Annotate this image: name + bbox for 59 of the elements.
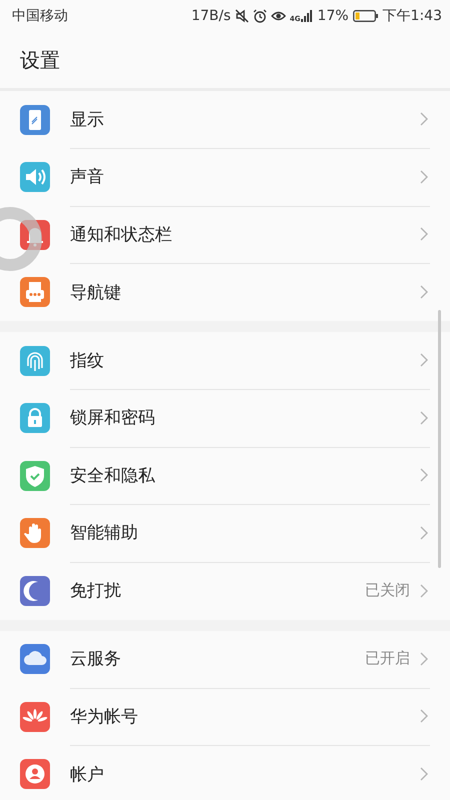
row-label: 显示 [70,108,105,131]
settings-row[interactable]: 声音 [0,148,450,206]
settings-row[interactable]: 云服务 已开启 [0,630,450,688]
lock-icon [20,403,50,434]
page-title: 设置 [20,46,60,74]
row-label: 云服务 [70,648,122,670]
clock-time: 下午1:43 [382,7,442,25]
battery-icon [352,10,379,22]
chevron-icon [420,410,428,425]
row-value: 已关闭 [365,581,410,600]
settings-row[interactable]: 帐户 [0,746,450,800]
chevron-icon [420,170,428,184]
chevron-icon [420,227,428,242]
user-icon [20,759,50,790]
settings-row[interactable]: 华为帐号 [0,688,450,746]
row-label: 导航键 [70,282,122,304]
moon-icon [20,576,50,606]
row-label: 声音 [70,166,105,188]
settings-row[interactable]: 指纹 [0,332,450,390]
signal-icon [301,10,314,22]
settings-row[interactable]: 智能辅助 [0,504,450,562]
chevron-icon [420,767,428,782]
settings-row[interactable]: 通知和状态栏 [0,206,450,264]
network-speed: 17B/s [191,8,231,24]
chevron-icon [420,285,428,300]
eye-icon [270,10,286,22]
carrier-name: 中国移动 [12,7,68,25]
speaker-icon [20,162,50,192]
robot-icon [20,277,50,308]
row-label: 通知和状态栏 [70,224,173,246]
row-label: 华为帐号 [70,706,139,728]
settings-row[interactable]: 显示 [0,91,450,148]
phone-icon [20,104,50,135]
shield-icon [20,460,50,491]
cloud-icon [20,644,50,674]
chevron-icon [420,584,428,598]
battery-percent: 17% [317,8,349,24]
row-label: 指纹 [70,350,105,372]
mute-icon [234,9,249,23]
petals-icon [20,702,50,732]
chevron-icon [420,652,428,666]
row-label: 免打扰 [70,580,122,602]
settings-row[interactable]: 免打扰 已关闭 [0,562,450,620]
chevron-icon [420,353,428,368]
row-label: 智能辅助 [70,522,139,544]
row-label: 帐户 [70,764,105,786]
chevron-icon [420,709,428,724]
row-label: 安全和隐私 [70,464,156,487]
chevron-icon [420,526,428,540]
alarm-icon [252,9,267,23]
settings-row[interactable]: 安全和隐私 [0,447,450,504]
row-value: 已开启 [365,649,410,668]
fingerprint-icon [20,346,50,376]
row-label: 锁屏和密码 [70,407,156,430]
hand-icon [20,518,50,548]
settings-row[interactable]: 导航键 [0,264,450,321]
settings-row[interactable]: 锁屏和密码 [0,390,450,447]
chevron-icon [420,468,428,482]
chevron-icon [420,112,428,126]
